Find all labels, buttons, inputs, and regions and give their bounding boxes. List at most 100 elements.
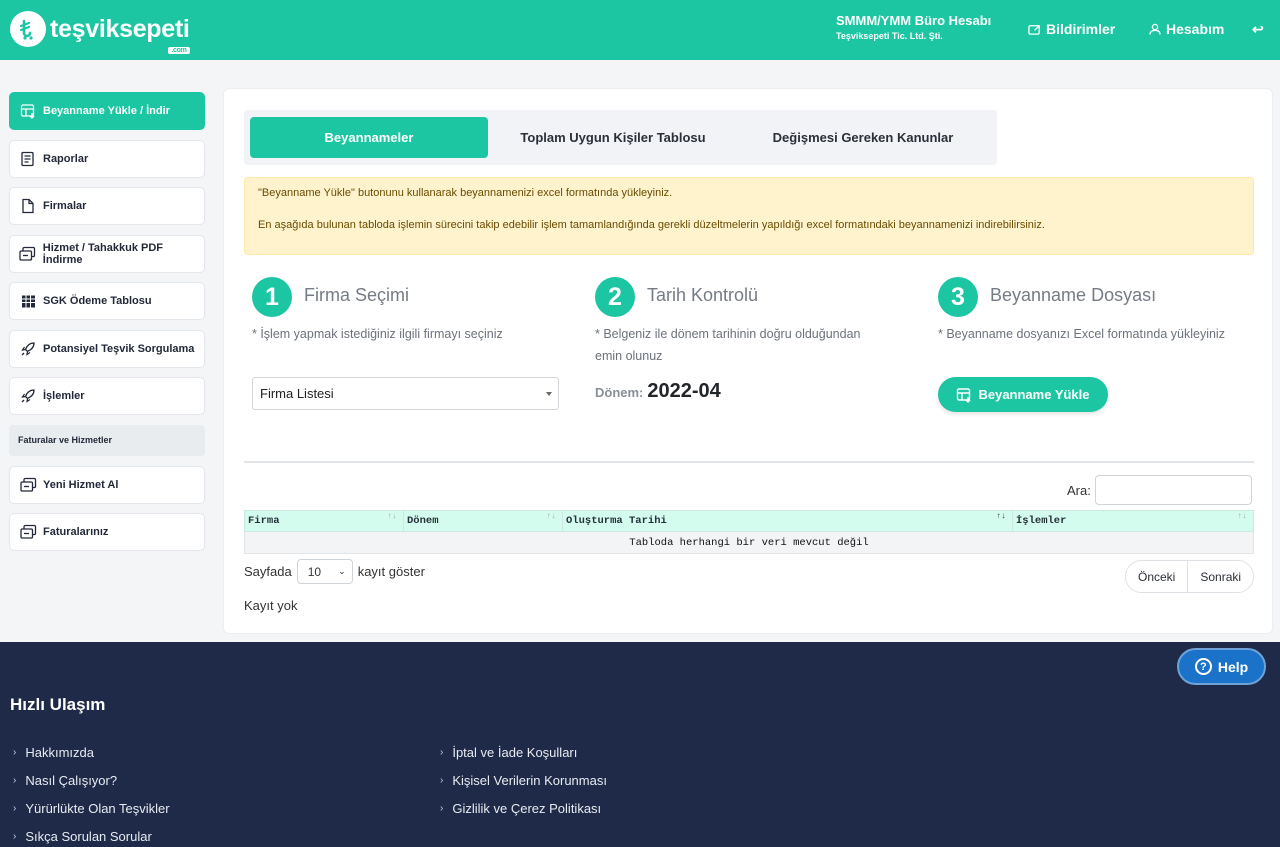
- period-display: Dönem: 2022-04: [595, 380, 721, 403]
- brand-suffix: .com: [168, 46, 190, 54]
- step-title: Tarih Kontrolü: [647, 285, 759, 305]
- period-label: Dönem:: [595, 385, 644, 400]
- step-description: * Beyanname dosyanızı Excel formatında y…: [938, 327, 1225, 341]
- account-label: Hesabım: [1166, 21, 1225, 37]
- footer-links-column-1: › Hakkımızda › Nasıl Çalışıyor? › Yürürlükt…: [13, 738, 170, 847]
- step-title: Beyanname Dosyası: [990, 285, 1157, 305]
- sort-icon: ↑↓: [546, 512, 556, 521]
- footer-link[interactable]: › Nasıl Çalışıyor?: [13, 766, 170, 794]
- info-alert: "Beyanname Yükle" butonunu kullanarak be…: [244, 177, 1254, 255]
- sidebar: Beyanname Yükle / İndir Raporlar Firmala…: [9, 92, 205, 561]
- screen-pdf-icon: [19, 523, 37, 541]
- sidebar-item-pdf-indirme[interactable]: Hizmet / Tahakkuk PDF İndirme: [9, 234, 205, 273]
- rocket-icon: [19, 387, 37, 405]
- sidebar-item-yeni-hizmet[interactable]: Yeni Hizmet Al: [9, 465, 205, 504]
- account-link[interactable]: Hesabım: [1149, 21, 1224, 37]
- sort-icon: ↑↓: [1237, 512, 1247, 521]
- length-suffix: kayıt göster: [357, 564, 425, 579]
- alert-line-1: "Beyanname Yükle" butonunu kullanarak be…: [258, 187, 673, 199]
- chevron-right-icon: ›: [440, 746, 444, 758]
- page-length-value: 10: [307, 564, 322, 579]
- help-button[interactable]: ? Help: [1177, 648, 1266, 685]
- question-icon: ?: [1194, 658, 1212, 675]
- sidebar-item-islemler[interactable]: İşlemler: [9, 377, 205, 415]
- notifications-link[interactable]: Bildirimler: [1028, 21, 1115, 37]
- brand-name: teşviksepeti .com: [50, 14, 190, 54]
- sidebar-item-raporlar[interactable]: Raporlar: [9, 139, 205, 178]
- empty-table-message: Tabloda herhangi bir veri mevcut değil: [244, 531, 1254, 554]
- caret-down-icon: [546, 392, 552, 396]
- table-upload-icon: [19, 102, 37, 120]
- section-divider: [244, 461, 1254, 463]
- sidebar-item-label: Yeni Hizmet Al: [43, 478, 119, 491]
- account-type: SMMM/YMM Büro Hesabı: [836, 13, 992, 28]
- length-prefix: Sayfada: [244, 564, 292, 579]
- prev-page-button[interactable]: Önceki: [1126, 561, 1188, 592]
- tab-beyannameler[interactable]: Beyannameler: [250, 117, 488, 158]
- logout-button[interactable]: ↩: [1252, 21, 1264, 38]
- sidebar-item-faturalar[interactable]: Faturalarınız: [9, 513, 205, 551]
- rocket-icon: [19, 340, 37, 358]
- footer-link[interactable]: › Yürürlükte Olan Teşvikler: [13, 794, 170, 822]
- column-header-islemler[interactable]: İşlemler ↑↓: [1012, 510, 1254, 532]
- brand-logo[interactable]: teşviksepeti .com: [10, 11, 190, 54]
- sort-icon: ↑↓: [387, 512, 397, 521]
- footer-link[interactable]: › İptal ve İade Koşulları: [440, 738, 607, 766]
- firm-select[interactable]: Firma Listesi: [252, 377, 559, 410]
- footer: ? Help Hızlı Ulaşım › Hakkımızda › Nasıl Ç…: [0, 642, 1280, 847]
- chevron-down-icon: ⌄: [338, 566, 346, 576]
- table-header-row: Firma ↑↓ Dönem ↑↓ Oluşturma Tarihi ↑↓ İşlem…: [244, 510, 1254, 532]
- top-navbar: teşviksepeti .com SMMM/YMM Büro Hesabı Te…: [0, 0, 1280, 60]
- next-page-button[interactable]: Sonraki: [1187, 561, 1254, 592]
- search-input[interactable]: [1094, 475, 1252, 505]
- column-header-firma[interactable]: Firma ↑↓: [244, 510, 404, 532]
- footer-title: Hızlı Ulaşım: [10, 695, 106, 714]
- sidebar-section-title: Faturalar ve Hizmetler: [9, 424, 205, 456]
- step-description: * Belgeniz ile dönem tarihinin doğru old…: [595, 323, 860, 367]
- footer-link[interactable]: › Sıkça Sorulan Sorular: [13, 822, 170, 847]
- logout-icon: ↩: [1252, 21, 1264, 37]
- column-header-donem[interactable]: Dönem ↑↓: [403, 510, 563, 532]
- chevron-right-icon: ›: [440, 774, 444, 786]
- screen-pdf-icon: [19, 476, 37, 494]
- account-company: Teşviksepeti Tic. Ltd. Şti.: [836, 31, 943, 41]
- page-length-select[interactable]: 10 ⌄: [296, 559, 353, 584]
- footer-link[interactable]: › Gizlilik ve Çerez Politikası: [440, 794, 607, 822]
- sidebar-item-label: Firmalar: [43, 200, 87, 212]
- table-search: Ara:: [1067, 475, 1252, 505]
- chevron-right-icon: ›: [13, 774, 17, 786]
- grid-icon: [19, 292, 37, 310]
- table-row: Tabloda herhangi bir veri mevcut değil: [244, 531, 1254, 554]
- sidebar-item-firmalar[interactable]: Firmalar: [9, 187, 205, 225]
- chevron-right-icon: ›: [13, 802, 17, 814]
- sidebar-item-label: Faturalarınız: [43, 526, 109, 538]
- tab-uygun-kisiler[interactable]: Toplam Uygun Kişiler Tablosu: [488, 117, 738, 158]
- column-header-olusturma-tarihi[interactable]: Oluşturma Tarihi ↑↓: [562, 510, 1013, 532]
- sidebar-item-sgk[interactable]: SGK Ödeme Tablosu: [9, 282, 205, 320]
- tab-kanunlar[interactable]: Değişmesi Gereken Kanunlar: [738, 117, 988, 158]
- pagination: Önceki Sonraki: [1125, 560, 1255, 593]
- sidebar-item-label: Hizmet / Tahakkuk PDF İndirme: [42, 241, 164, 266]
- sidebar-item-beyanname[interactable]: Beyanname Yükle / İndir: [9, 92, 205, 130]
- step-number: 3: [938, 277, 978, 317]
- cart-logo-icon: [10, 11, 46, 47]
- user-icon: [1149, 23, 1161, 35]
- help-label: Help: [1217, 658, 1249, 675]
- period-value: 2022-04: [647, 380, 721, 402]
- footer-link[interactable]: › Hakkımızda: [13, 738, 170, 766]
- footer-link[interactable]: › Kişisel Verilerin Korunması: [440, 766, 607, 794]
- step-title: Firma Seçimi: [304, 285, 410, 305]
- notifications-label: Bildirimler: [1046, 21, 1116, 37]
- table-upload-icon: [957, 387, 971, 403]
- sidebar-item-potansiyel[interactable]: Potansiyel Teşvik Sorgulama: [9, 329, 205, 368]
- report-icon: [19, 150, 37, 168]
- screen-pdf-icon: [19, 245, 37, 263]
- file-icon: [19, 197, 37, 215]
- upload-declaration-button[interactable]: Beyanname Yükle: [938, 377, 1108, 412]
- step-number: 1: [252, 277, 292, 317]
- search-label: Ara:: [1067, 482, 1091, 498]
- table-info: Kayıt yok: [244, 598, 298, 613]
- upload-button-label: Beyanname Yükle: [978, 387, 1090, 402]
- footer-links-column-2: › İptal ve İade Koşulları › Kişisel Verile…: [440, 738, 607, 822]
- step-description-line-2: emin olunuz: [595, 349, 663, 363]
